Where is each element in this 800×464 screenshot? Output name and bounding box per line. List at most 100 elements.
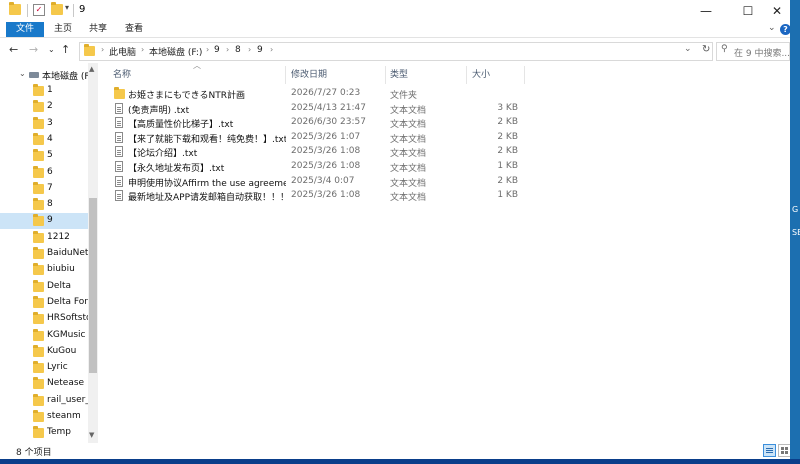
refresh-icon[interactable]: ↻ — [702, 44, 710, 55]
nav-item-folder[interactable]: 6 — [0, 165, 88, 181]
text-file-icon — [115, 102, 123, 114]
file-modified-date: 2026/6/30 23:57 — [291, 117, 366, 128]
scrollbar-thumb[interactable] — [89, 198, 97, 373]
breadcrumb-separator[interactable]: › — [270, 45, 273, 54]
breadcrumb-folder-8[interactable]: 8 — [235, 45, 241, 55]
file-row[interactable]: 【高质量性价比梯子】.txt 2026/6/30 23:57 文本文档 2 KB — [110, 116, 525, 130]
desktop-background: G SE — [790, 0, 800, 464]
close-button[interactable]: ✕ — [758, 0, 790, 22]
nav-item-folder[interactable]: 4 — [0, 132, 88, 148]
breadcrumb-folder-9[interactable]: 9 — [214, 45, 220, 55]
folder-icon — [33, 263, 44, 276]
scroll-down-icon[interactable]: ▼ — [89, 431, 94, 439]
column-header-modified[interactable]: 修改日期 — [291, 66, 327, 84]
file-row[interactable]: 申明使用协议Affirm the use agreement.txt 2025/3… — [110, 175, 525, 189]
nav-item-folder[interactable]: 2 — [0, 99, 88, 115]
up-arrow-icon[interactable]: ↑ — [61, 43, 70, 56]
text-file-icon — [115, 161, 123, 172]
file-modified-date: 2025/3/26 1:08 — [291, 161, 361, 171]
ribbon-expand-icon[interactable]: ⌄ — [768, 23, 776, 33]
file-row[interactable]: 【论坛介绍】.txt 2025/3/26 1:08 文本文档 2 KB — [110, 145, 525, 159]
tab-home[interactable]: 主页 — [54, 22, 72, 37]
properties-icon[interactable]: ✓ — [33, 4, 45, 16]
nav-item-folder[interactable]: Delta Force — [0, 295, 88, 311]
chevron-down-icon[interactable]: ⌄ — [19, 69, 26, 78]
breadcrumb-separator[interactable]: › — [141, 45, 144, 54]
breadcrumb-this-pc[interactable]: 此电脑 — [109, 45, 136, 58]
file-row[interactable]: (免责声明) .txt 2025/4/13 21:47 文本文档 3 KB — [110, 102, 525, 116]
nav-item-folder[interactable]: KGMusic — [0, 328, 88, 344]
nav-item-label: Temp — [47, 427, 71, 438]
recent-locations-icon[interactable]: ⌄ — [48, 45, 55, 54]
nav-item-folder[interactable]: HRSoftstore — [0, 311, 88, 327]
file-row[interactable]: お姫さまにもできるNTR計画 2026/7/27 0:23 文件夹 — [110, 87, 525, 101]
file-type: 文本文档 — [390, 164, 427, 174]
file-row[interactable]: 【永久地址发布页】.txt 2025/3/26 1:08 文本文档 1 KB — [110, 160, 525, 174]
nav-item-label: steanm — [47, 411, 81, 421]
nav-item-folder[interactable]: Temp — [0, 425, 88, 441]
breadcrumb-separator[interactable]: › — [226, 45, 229, 54]
scroll-up-icon[interactable]: ▲ — [89, 65, 94, 73]
nav-item-folder[interactable]: 1 — [0, 83, 88, 99]
breadcrumb-drive[interactable]: 本地磁盘 (F:) — [149, 45, 202, 58]
nav-item-folder[interactable]: BaiduNetdisk — [0, 246, 88, 262]
details-view-button[interactable] — [763, 444, 776, 457]
folder-icon — [33, 165, 44, 178]
breadcrumb-separator[interactable]: › — [101, 45, 104, 54]
nav-item-folder[interactable]: Lyric — [0, 360, 88, 376]
breadcrumb-folder-9-current[interactable]: 9 — [257, 45, 263, 55]
search-box[interactable]: ⚲ 在 9 中搜索... — [716, 42, 790, 61]
nav-item-folder[interactable]: 7 — [0, 181, 88, 197]
address-dropdown-icon[interactable]: ⌄ — [684, 44, 692, 54]
file-name: 申明使用协议Affirm the use agreement.txt — [128, 178, 286, 189]
back-arrow-icon[interactable]: ← — [9, 43, 18, 56]
tab-file[interactable]: 文件 — [6, 22, 44, 37]
file-name: 【来了就能下载和观看！纯免费！】.txt — [128, 134, 286, 145]
address-bar[interactable]: › 此电脑 › 本地磁盘 (F:) › 9 › 8 › 9 › ⌄ ↻ — [79, 42, 713, 61]
forward-arrow-icon[interactable]: → — [29, 43, 38, 56]
folder-icon — [33, 279, 44, 292]
search-placeholder[interactable]: 在 9 中搜索... — [734, 46, 790, 59]
explorer-window: ✓ ▾ 9 — ☐ ✕ 文件 主页 共享 查看 ⌄ ? ← → ⌄ ↑ › 此电… — [0, 0, 791, 459]
nav-drive-label: 本地磁盘 (F: — [42, 72, 88, 82]
tab-share[interactable]: 共享 — [89, 22, 107, 37]
nav-item-folder[interactable]: 5 — [0, 148, 88, 164]
nav-item-folder[interactable]: Netease — [0, 376, 88, 392]
column-header-type[interactable]: 类型 — [390, 66, 408, 84]
breadcrumb-separator[interactable]: › — [248, 45, 251, 54]
nav-item-label: 3 — [47, 117, 53, 128]
column-divider[interactable] — [524, 66, 525, 84]
nav-item-folder[interactable]: rail_user_data — [0, 393, 88, 409]
drive-icon — [29, 72, 39, 78]
nav-item-label: 4 — [47, 133, 53, 144]
folder-icon — [33, 377, 44, 390]
nav-scrollbar[interactable]: ▲ ▼ — [88, 63, 98, 443]
desktop-icon-label: SE — [792, 228, 800, 237]
column-divider[interactable] — [385, 66, 386, 84]
nav-item-label: Lyric — [47, 362, 68, 373]
file-name: お姫さまにもできるNTR計画 — [128, 91, 245, 101]
nav-item-folder[interactable]: 3 — [0, 116, 88, 132]
breadcrumb-separator[interactable]: › — [206, 45, 209, 54]
nav-item-folder[interactable]: KuGou — [0, 344, 88, 360]
column-divider[interactable] — [466, 66, 467, 84]
file-row[interactable]: 【来了就能下载和观看！纯免费！】.txt 2025/3/26 1:07 文本文档 2 … — [110, 131, 525, 145]
nav-item-folder[interactable]: Delta — [0, 279, 88, 295]
nav-item-drive[interactable]: ⌄ 本地磁盘 (F: — [0, 67, 88, 83]
nav-item-folder[interactable]: biubiu — [0, 262, 88, 278]
column-header-name[interactable]: 名称 — [113, 66, 131, 84]
file-row[interactable]: 最新地址及APP请发邮箱自动获取！！！.txt 2025/3/26 1:08 文本文… — [110, 189, 525, 203]
nav-item-folder[interactable]: steanm — [0, 409, 88, 425]
nav-item-label: biubiu — [47, 264, 75, 275]
folder-icon — [33, 100, 44, 113]
column-divider[interactable] — [285, 66, 286, 84]
tab-view[interactable]: 查看 — [125, 22, 143, 37]
quick-access-dropdown-icon[interactable]: ▾ — [65, 3, 69, 12]
nav-item-folder[interactable]: 9 — [0, 213, 88, 230]
nav-item-folder[interactable]: 8 — [0, 197, 88, 213]
nav-item-folder[interactable]: 1212 — [0, 230, 88, 246]
file-size: 2 KB — [497, 146, 518, 157]
minimize-button[interactable]: — — [687, 0, 725, 22]
column-header-size[interactable]: 大小 — [472, 66, 490, 84]
new-folder-icon[interactable] — [51, 2, 63, 15]
